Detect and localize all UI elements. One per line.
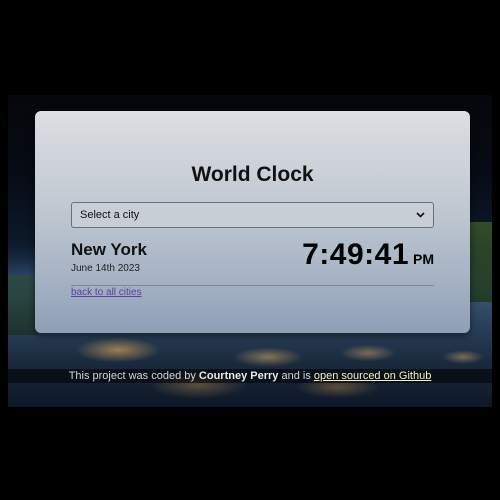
city-time: 7:49:41 PM	[302, 238, 434, 272]
github-link[interactable]: open sourced on Github	[314, 370, 431, 382]
city-select[interactable]: Select a city	[71, 202, 434, 228]
divider	[71, 285, 434, 286]
page: World Clock Select a city New York June …	[0, 0, 500, 500]
time-value: 7:49:41	[302, 238, 409, 271]
chevron-down-icon	[416, 211, 425, 220]
city-select-value: Select a city	[80, 209, 140, 221]
time-ampm: PM	[413, 251, 434, 267]
earth-landmass-left	[8, 275, 38, 335]
footer: This project was coded by Courtney Perry…	[8, 369, 492, 383]
footer-author: Courtney Perry	[198, 370, 279, 382]
city-name: New York	[71, 240, 147, 259]
back-to-all-cities-link[interactable]: back to all cities	[71, 287, 142, 298]
footer-prefix: This project was coded by	[68, 370, 196, 382]
footer-middle: and is	[281, 370, 311, 382]
page-title: World Clock	[191, 163, 314, 186]
city-date: June 14th 2023	[71, 263, 140, 274]
world-clock-card: World Clock Select a city New York June …	[35, 111, 470, 333]
